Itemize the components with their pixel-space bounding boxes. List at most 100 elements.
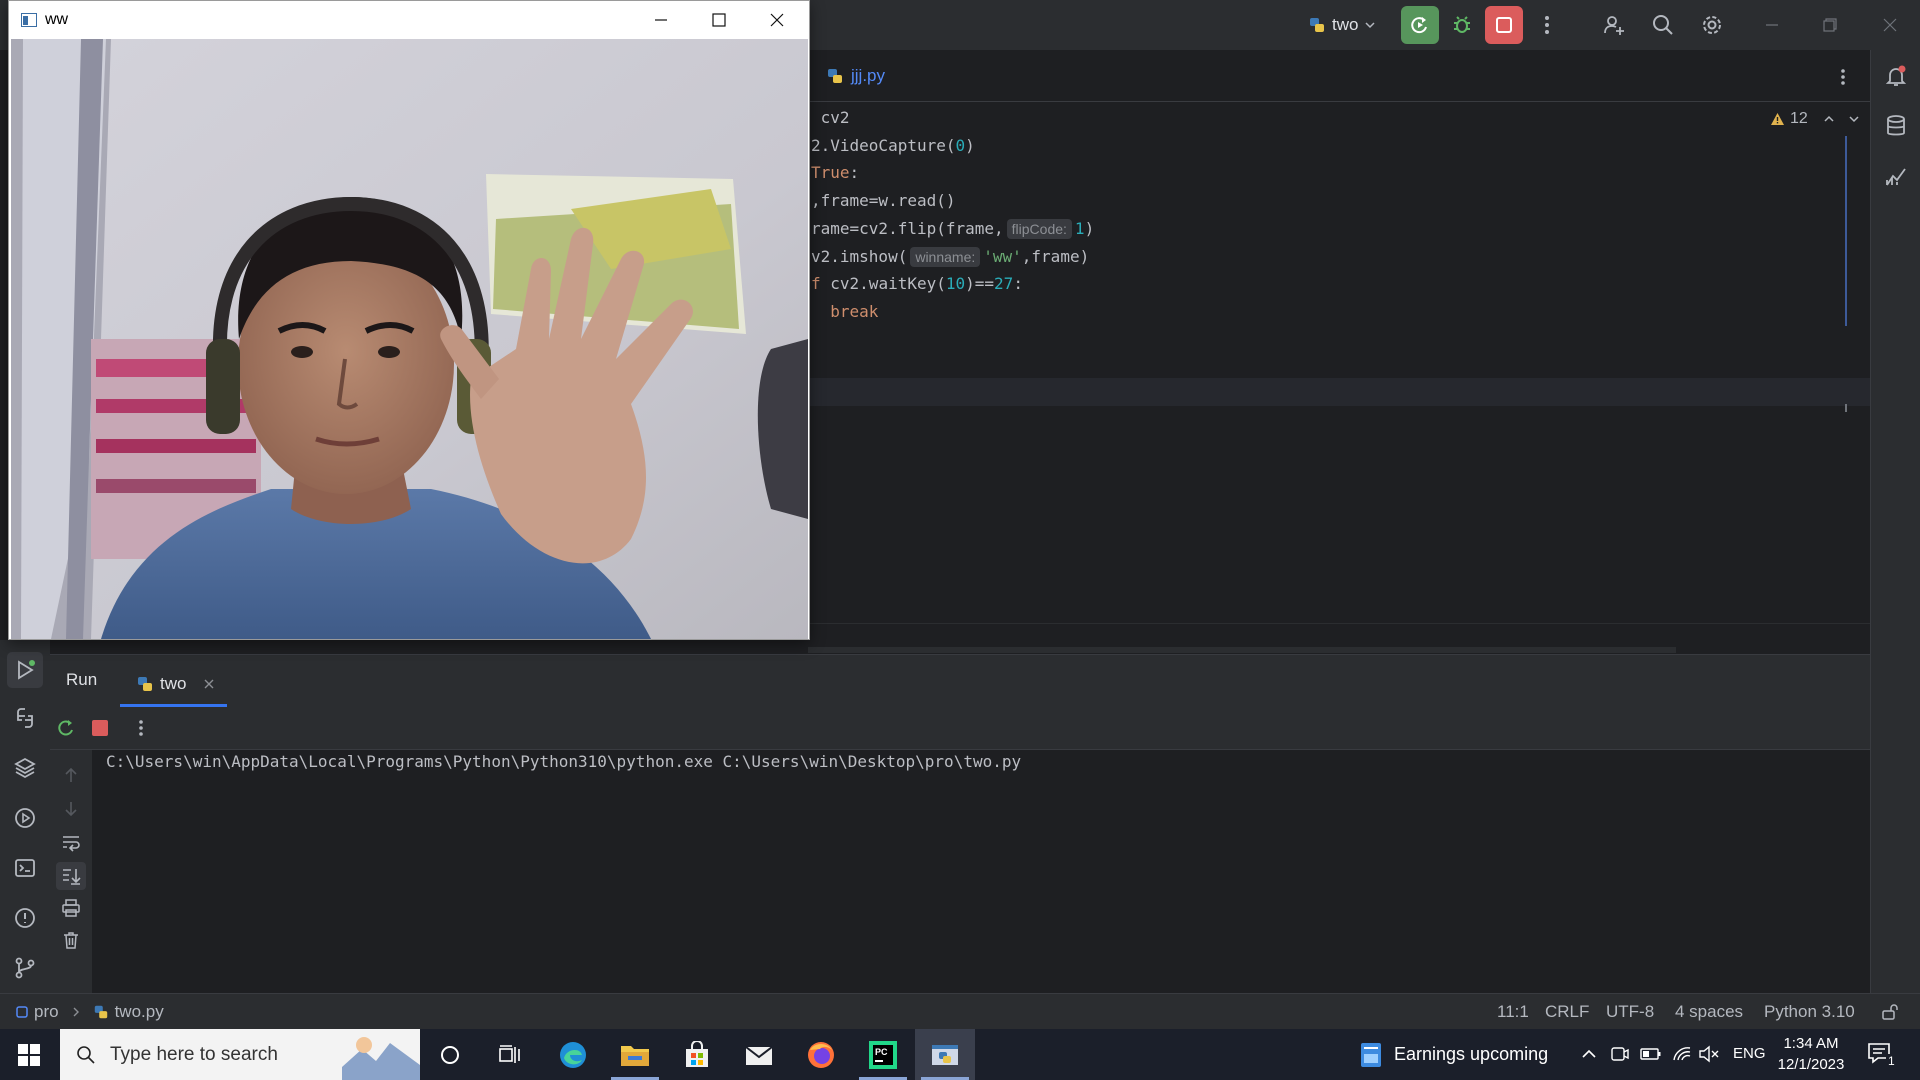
start-button[interactable] [0,1029,58,1080]
taskbar-clock[interactable]: 1:34 AM 12/1/2023 [1772,1033,1850,1075]
news-widget[interactable]: Earnings upcoming [1358,1029,1548,1080]
input-language[interactable]: ENG [1733,1045,1766,1062]
run-config-selector[interactable]: two [1308,12,1376,38]
code-line[interactable]: f cv2.waitKey(10)==27: [811,273,1023,295]
code-line[interactable]: cv2 [811,107,850,129]
run-process-tab[interactable]: two [120,663,227,707]
services-button[interactable] [9,802,41,834]
add-user-button[interactable] [1595,6,1633,44]
vertical-dots-icon [1545,16,1549,34]
code-editor[interactable]: cv2 2.VideoCapture(0) True: ,frame=w.read()… [808,102,1870,654]
news-text: Earnings upcoming [1394,1044,1549,1064]
scroll-to-end-button[interactable] [56,862,86,890]
terminal-button[interactable] [9,852,41,884]
battery-status-icon[interactable] [1640,1045,1662,1063]
volume-status-icon[interactable] [1698,1044,1720,1064]
python-icon [1310,18,1324,32]
breadcrumb-project[interactable]: pro [34,1002,59,1022]
editor-tab-jjj[interactable]: jjj.py [826,66,885,86]
cam-maximize-button[interactable] [695,1,743,39]
editor-tabs-menu-button[interactable] [1840,68,1846,86]
opencv-window[interactable]: ww [8,0,810,640]
stop-button[interactable] [1485,6,1523,44]
breadcrumb-file[interactable]: two.py [115,1002,164,1022]
ide-minimize-button[interactable] [1753,6,1791,44]
mail-button[interactable] [729,1029,789,1080]
wifi-icon [1673,1047,1691,1061]
minimize-icon [655,19,667,21]
run-tool-button[interactable] [7,652,43,688]
interpreter[interactable]: Python 3.10 [1764,1002,1855,1022]
taskbar-search-box[interactable]: Type here to search [60,1029,420,1080]
git-branch-icon [15,957,35,979]
rerun-process-button[interactable] [56,718,76,738]
scientific-mode-button[interactable] [1880,160,1912,192]
network-status-icon[interactable] [1672,1044,1692,1064]
python-packages-button[interactable] [9,752,41,784]
code-line[interactable]: True: [811,162,859,184]
module-icon [16,1006,28,1018]
debug-button[interactable] [1443,6,1481,44]
edge-button[interactable] [543,1029,603,1080]
caret-position[interactable]: 11:1 [1497,1002,1529,1022]
read-only-toggle[interactable] [1881,1003,1899,1021]
news-icon [1361,1042,1381,1067]
code-token: 1 [1074,219,1085,238]
search-everywhere-button[interactable] [1644,6,1682,44]
notifications-button[interactable] [1880,60,1912,92]
bell-icon [1885,65,1907,86]
cortana-button[interactable] [420,1029,480,1080]
pycharm-button[interactable]: PC [853,1029,913,1080]
cam-close-button[interactable] [753,1,801,39]
code-line[interactable]: 2.VideoCapture(0) [811,135,975,157]
soft-wrap-button[interactable] [61,832,81,852]
file-encoding[interactable]: UTF-8 [1606,1002,1654,1022]
print-button[interactable] [61,898,81,918]
wrap-icon [63,836,80,852]
code-line[interactable]: v2.imshow(winname:'ww',frame) [811,246,1089,268]
console-output[interactable]: C:\Users\win\AppData\Local\Programs\Pyth… [106,752,1021,771]
clear-console-button[interactable] [61,930,81,950]
editor-horizontal-scrollbar[interactable] [808,647,1676,653]
close-tab-icon[interactable] [204,679,214,689]
code-line[interactable]: ,frame=w.read() [811,190,956,212]
search-placeholder: Type here to search [110,1043,278,1065]
code-token: ) [965,136,975,155]
cam-minimize-button[interactable] [637,1,685,39]
chevron-up-icon[interactable] [1823,113,1835,125]
action-center-button[interactable]: 1 [1866,1040,1897,1068]
code-token: ) [1084,219,1095,238]
task-view-icon [499,1044,520,1063]
show-hidden-icons-button[interactable] [1580,1045,1598,1063]
rerun-button[interactable] [1401,6,1439,44]
opencv-window-titlebar[interactable]: ww [9,1,809,39]
camera-status-icon[interactable] [1610,1044,1630,1064]
line-separator[interactable]: CRLF [1545,1002,1589,1022]
code-line[interactable]: rame=cv2.flip(frame, flipCode: 1) [811,218,1094,240]
scroll-up-button[interactable] [62,766,80,784]
parameter-hint: winname: [910,247,981,267]
ide-close-button[interactable] [1871,6,1909,44]
chevron-down-icon[interactable] [1848,113,1860,125]
file-explorer-button[interactable] [605,1029,665,1080]
problems-button[interactable] [9,902,41,934]
task-view-button[interactable] [480,1029,540,1080]
python-app-button[interactable] [915,1029,975,1080]
python-console-button[interactable] [9,702,41,734]
minimize-icon [1766,24,1778,26]
more-actions-button[interactable] [1528,6,1566,44]
settings-button[interactable] [1693,6,1731,44]
python-console-icon [17,708,33,728]
ide-restore-button[interactable] [1811,6,1849,44]
stop-process-button[interactable] [92,720,108,736]
unlock-icon [1882,1004,1898,1020]
indent-setting[interactable]: 4 spaces [1675,1002,1743,1022]
inspection-widget[interactable]: 12 [1770,110,1860,128]
firefox-button[interactable] [791,1029,851,1080]
scroll-down-button[interactable] [62,800,80,818]
version-control-button[interactable] [9,952,41,984]
code-line[interactable]: break [811,301,878,323]
run-more-button[interactable] [138,719,144,737]
database-button[interactable] [1880,110,1912,142]
store-button[interactable] [667,1029,727,1080]
